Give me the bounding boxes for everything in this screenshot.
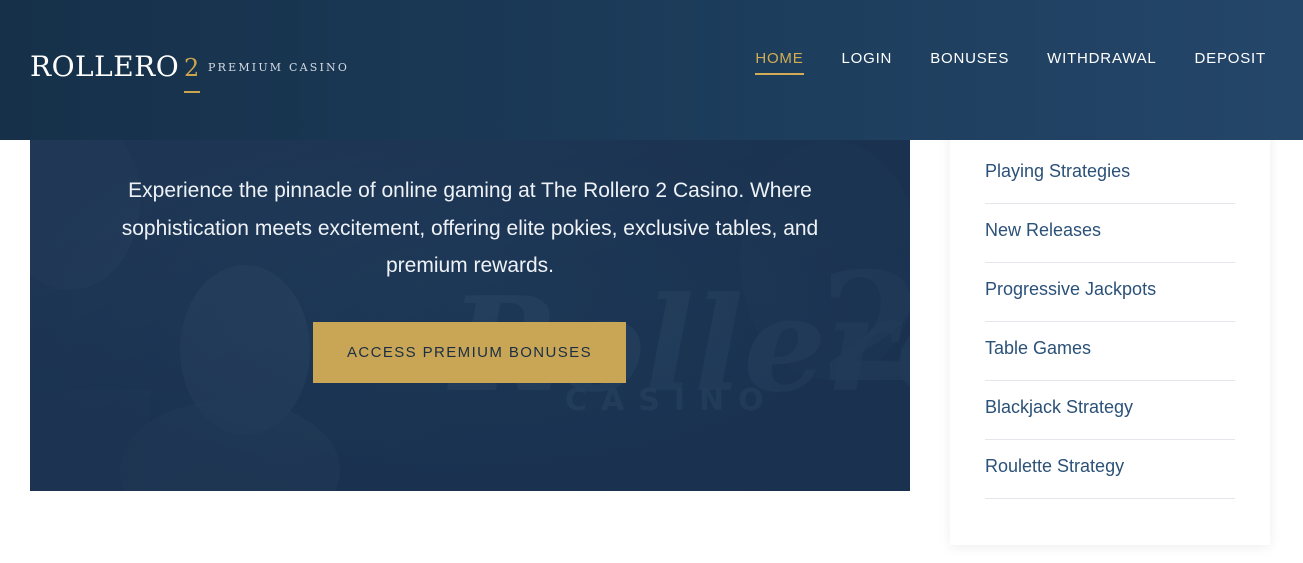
sidebar-item-new-releases[interactable]: New Releases — [985, 204, 1235, 263]
nav-deposit[interactable]: DEPOSIT — [1195, 50, 1266, 73]
nav-bonuses[interactable]: BONUSES — [930, 50, 1009, 73]
nav-withdrawal[interactable]: WITHDRAWAL — [1047, 50, 1156, 73]
logo-wordmark: ROLLERO — [30, 50, 180, 83]
sidebar-item-blackjack-strategy[interactable]: Blackjack Strategy — [985, 381, 1235, 440]
logo-tagline: PREMIUM CASINO — [208, 61, 350, 74]
logo-number: 2 — [184, 54, 200, 82]
sidebar-menu: Playing Strategies New Releases Progress… — [950, 100, 1270, 545]
nav-login[interactable]: LOGIN — [842, 50, 893, 73]
sidebar-list: Playing Strategies New Releases Progress… — [985, 145, 1235, 499]
sidebar-item-progressive-jackpots[interactable]: Progressive Jackpots — [985, 263, 1235, 322]
access-bonuses-button[interactable]: ACCESS PREMIUM BONUSES — [313, 322, 626, 383]
hero-banner: Rollero 2 CASINO Experience the pinnacle… — [30, 140, 910, 491]
hero-description: Experience the pinnacle of online gaming… — [121, 179, 819, 277]
nav-home[interactable]: HOME — [755, 50, 804, 75]
main-nav: HOME LOGIN BONUSES WITHDRAWAL DEPOSIT — [755, 50, 1266, 75]
sidebar-item-table-games[interactable]: Table Games — [985, 322, 1235, 381]
sidebar-item-playing-strategies[interactable]: Playing Strategies — [985, 145, 1235, 204]
sidebar-item-roulette-strategy[interactable]: Roulette Strategy — [985, 440, 1235, 499]
site-header: ROLLERO 2 PREMIUM CASINO HOME LOGIN BONU… — [0, 0, 1303, 140]
logo-underline — [184, 91, 200, 93]
